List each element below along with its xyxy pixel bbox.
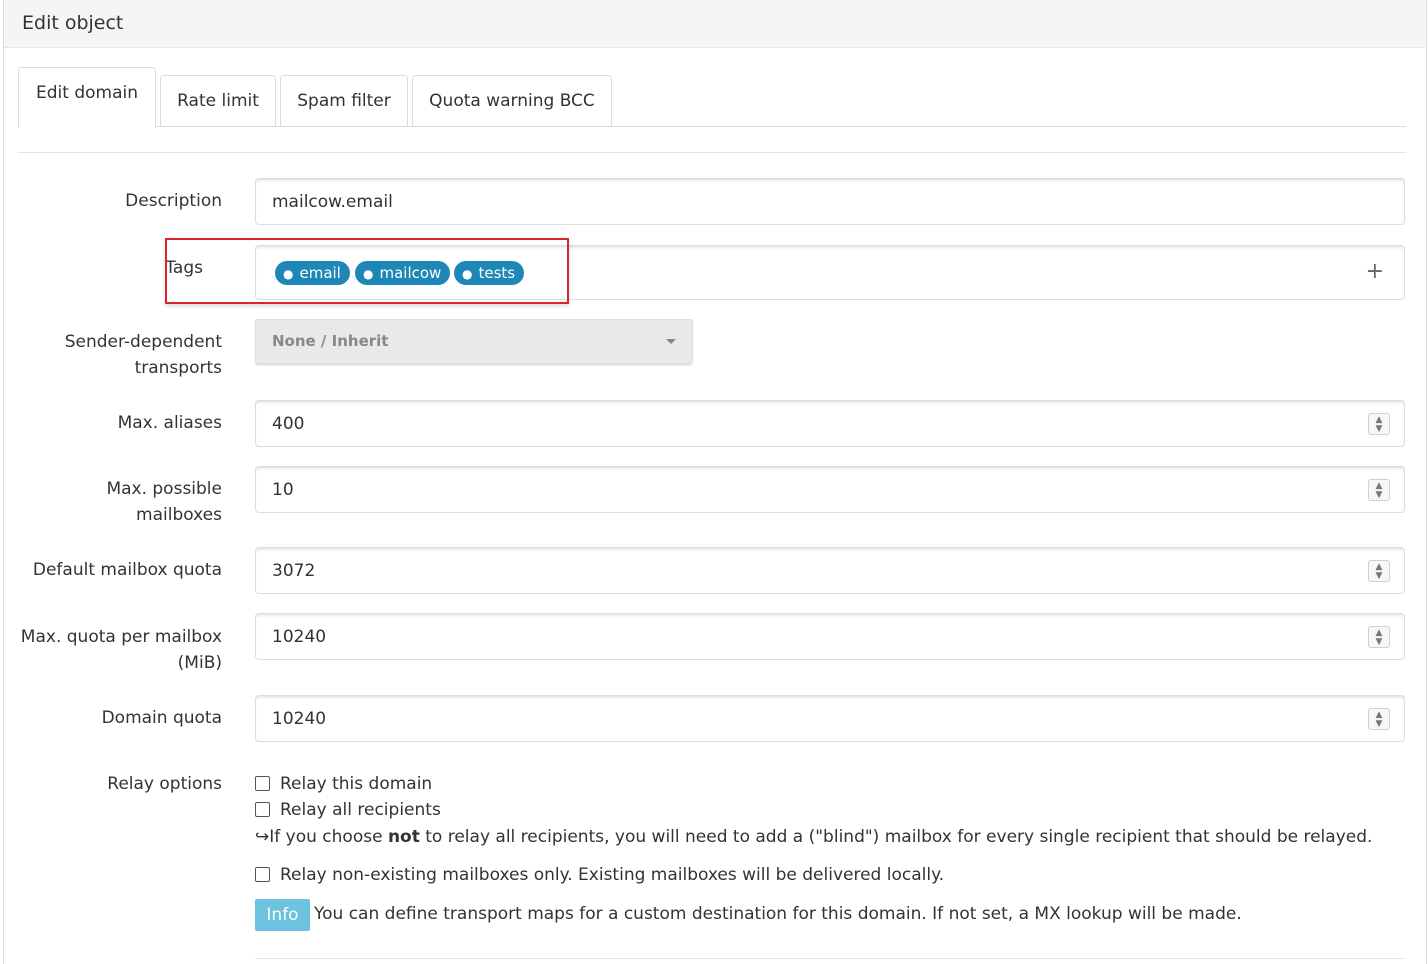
relay-domain-checkbox[interactable]: [255, 776, 270, 791]
number-spinner-icon[interactable]: ▲ ▼: [1368, 413, 1390, 435]
panel-title: Edit object: [22, 12, 124, 34]
relay-note-bold: not: [387, 827, 420, 847]
section-divider: [255, 958, 1405, 959]
tag-icon: ●: [283, 267, 294, 281]
description-input[interactable]: mailcow.email: [255, 178, 1405, 225]
tag-tests[interactable]: ● tests: [454, 261, 525, 285]
tab-spam-filter[interactable]: Spam filter: [280, 75, 408, 126]
relay-note-pre: If you choose: [269, 827, 388, 847]
max-quota-label-line1: Max. quota per mailbox: [20, 627, 222, 647]
max-quota-input[interactable]: 10240 ▲ ▼: [255, 613, 1405, 660]
tag-icon: ●: [363, 267, 374, 281]
relay-all-checkbox[interactable]: [255, 802, 270, 817]
relay-nonexisting-label: Relay non-existing mailboxes only. Exist…: [280, 865, 945, 885]
caret-down-icon: [666, 339, 676, 344]
max-quota-value: 10240: [272, 627, 327, 647]
domain-quota-value: 10240: [272, 709, 327, 729]
tag-email[interactable]: ● email: [275, 261, 350, 285]
sender-transports-label: Sender-dependent transports: [65, 329, 222, 381]
info-badge: Info: [255, 899, 310, 931]
sender-transports-value: None / Inherit: [272, 332, 389, 350]
default-quota-label: Default mailbox quota: [32, 560, 222, 580]
tag-mailcow[interactable]: ● mailcow: [355, 261, 451, 285]
tag-label: tests: [478, 264, 516, 282]
number-spinner-icon[interactable]: ▲ ▼: [1368, 708, 1390, 730]
relay-domain-checkbox-row[interactable]: Relay this domain: [255, 772, 432, 796]
max-quota-label-line2: (MiB): [177, 653, 222, 673]
default-quota-value: 3072: [272, 561, 316, 581]
tab-rate-limit[interactable]: Rate limit: [160, 75, 276, 126]
relay-options-label: Relay options: [107, 774, 222, 794]
max-mailboxes-input[interactable]: 10 ▲ ▼: [255, 466, 1405, 513]
relay-all-checkbox-row[interactable]: Relay all recipients: [255, 798, 441, 822]
max-quota-label: Max. quota per mailbox (MiB): [21, 624, 222, 676]
domain-quota-label: Domain quota: [101, 708, 222, 728]
panel-heading: Edit object: [4, 0, 1426, 48]
sender-transports-label-line2: transports: [134, 358, 222, 378]
max-mailboxes-label-line2: mailboxes: [136, 505, 222, 525]
tab-bar: Edit domain Rate limit Spam filter Quota…: [18, 67, 1406, 128]
default-quota-input[interactable]: 3072 ▲ ▼: [255, 547, 1405, 594]
relay-note-post: to relay all recipients, you will need t…: [419, 827, 1373, 847]
domain-quota-input[interactable]: 10240 ▲ ▼: [255, 695, 1405, 742]
max-mailboxes-label-line1: Max. possible: [106, 479, 222, 499]
number-spinner-icon[interactable]: ▲ ▼: [1368, 560, 1390, 582]
relay-note: ↪If you choose not to relay all recipien…: [255, 825, 1372, 849]
number-spinner-icon[interactable]: ▲ ▼: [1368, 479, 1390, 501]
relay-domain-label: Relay this domain: [280, 774, 433, 794]
tab-quota-warning-bcc[interactable]: Quota warning BCC: [412, 75, 612, 126]
relay-all-label: Relay all recipients: [280, 800, 441, 820]
tag-label: email: [299, 264, 341, 282]
tags-input[interactable]: ● email ● mailcow ● tests +: [255, 245, 1405, 300]
sender-transports-select[interactable]: None / Inherit: [255, 319, 693, 364]
max-aliases-value: 400: [272, 414, 305, 434]
relay-nonexisting-checkbox[interactable]: [255, 867, 270, 882]
sender-transports-label-line1: Sender-dependent: [64, 332, 222, 352]
info-text: You can define transport maps for a cust…: [314, 904, 1242, 924]
max-aliases-label: Max. aliases: [117, 413, 222, 433]
tag-label: mailcow: [379, 264, 442, 282]
description-label: Description: [125, 191, 222, 211]
add-tag-icon[interactable]: +: [1366, 259, 1384, 284]
max-mailboxes-label: Max. possible mailboxes: [106, 476, 222, 528]
tab-edit-domain[interactable]: Edit domain: [18, 67, 156, 128]
relay-nonexisting-checkbox-row[interactable]: Relay non-existing mailboxes only. Exist…: [255, 863, 944, 887]
number-spinner-icon[interactable]: ▲ ▼: [1368, 626, 1390, 648]
max-mailboxes-value: 10: [272, 480, 294, 500]
max-aliases-input[interactable]: 400 ▲ ▼: [255, 400, 1405, 447]
tab-divider: [18, 152, 1406, 153]
tag-icon: ●: [462, 267, 473, 281]
tags-label: Tags: [165, 258, 203, 278]
return-arrow-icon: ↪: [255, 827, 270, 847]
